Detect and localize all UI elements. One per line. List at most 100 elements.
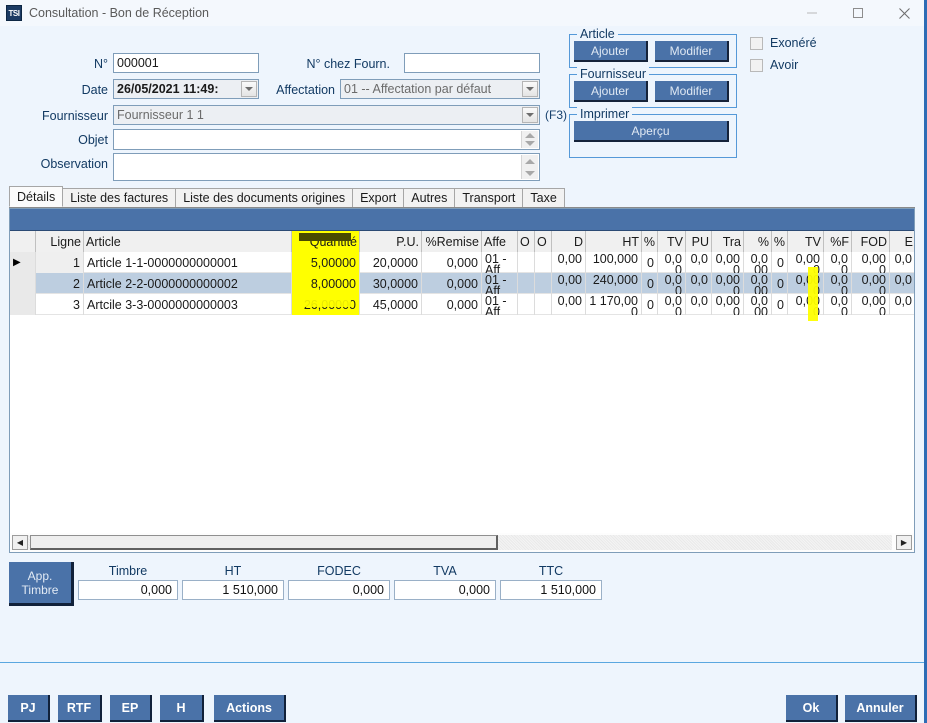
tab-autres[interactable]: Autres (403, 188, 456, 207)
tab-liste-des-documents-origines[interactable]: Liste des documents origines (175, 188, 354, 207)
grid-column-header-e[interactable]: E (890, 231, 914, 252)
grid-column-header-pu2[interactable]: PU (686, 231, 712, 252)
objet-spinner-icon[interactable] (521, 131, 538, 148)
grid-horizontal-scrollbar[interactable]: ◀ ▶ (9, 533, 915, 553)
num-fourn-field[interactable] (404, 53, 540, 73)
fournisseur-field[interactable]: Fournisseur 1 1 (113, 105, 540, 125)
grid-cell-o2[interactable] (535, 252, 552, 273)
objet-field[interactable] (113, 129, 540, 150)
grid-column-header-tv2[interactable]: TV (788, 231, 824, 252)
affectation-field[interactable]: 01 -- Affectation par défaut (340, 79, 540, 99)
grid-cell-d[interactable]: 0,00 (552, 273, 586, 294)
grid-cell-sel[interactable] (10, 273, 36, 294)
grid-cell-pct2[interactable]: 0,000 (744, 273, 772, 294)
scroll-left-icon[interactable]: ◀ (12, 535, 28, 550)
grid-column-header-ligne[interactable]: Ligne (36, 231, 84, 252)
grid-cell-tra[interactable]: 0,000 (712, 273, 744, 294)
grid-cell-pct3[interactable]: 0 (772, 252, 788, 273)
grid-column-header-pct2[interactable]: % (744, 231, 772, 252)
grid-cell-fod[interactable]: 0,000 (852, 294, 890, 315)
grid-cell-article[interactable]: Artcile 3-3-0000000000003 (84, 294, 292, 315)
fournisseur-add-button[interactable]: Ajouter (574, 81, 648, 102)
grid-cell-o2[interactable] (535, 273, 552, 294)
grid-cell-e[interactable]: 0,0 (890, 294, 914, 315)
scroll-right-icon[interactable]: ▶ (896, 535, 912, 550)
grid-column-header-o2[interactable]: O (535, 231, 552, 252)
grid-cell-o2[interactable] (535, 294, 552, 315)
grid-cell-ht[interactable]: 100,000 (586, 252, 642, 273)
grid-cell-e[interactable]: 0,0 (890, 273, 914, 294)
grid-cell-pct3[interactable]: 0 (772, 294, 788, 315)
grid-cell-article[interactable]: Article 1-1-0000000000001 (84, 252, 292, 273)
grid-cell-remise[interactable]: 0,000 (422, 252, 482, 273)
observation-spinner-icon[interactable] (521, 155, 538, 179)
grid-cell-pctf[interactable]: 0,00 (824, 294, 852, 315)
grid-cell-tv1[interactable]: 0,00 (658, 294, 686, 315)
grid-column-header-o1[interactable]: O (518, 231, 535, 252)
grid-cell-o1[interactable] (518, 294, 535, 315)
grid-cell-fod[interactable]: 0,000 (852, 252, 890, 273)
grid-column-header-fod[interactable]: FOD (852, 231, 890, 252)
grid-cell-remise[interactable]: 0,000 (422, 294, 482, 315)
grid-cell-pct1[interactable]: 0 (642, 294, 658, 315)
grid-cell-affe[interactable]: 01 - Aff (482, 252, 518, 273)
grid-cell-affe[interactable]: 01 - Aff (482, 294, 518, 315)
grid-cell-pu[interactable]: 20,0000 (360, 252, 422, 273)
grid-column-header-pctf[interactable]: %F (824, 231, 852, 252)
total-value-fodec[interactable]: 0,000 (288, 580, 390, 600)
grid-cell-ht[interactable]: 1 170,000 (586, 294, 642, 315)
avoir-checkbox[interactable] (750, 58, 763, 72)
grid-cell-ligne[interactable]: 2 (36, 273, 84, 294)
grid-cell-tv1[interactable]: 0,00 (658, 273, 686, 294)
tab-taxe[interactable]: Taxe (522, 188, 565, 207)
grid-cell-tv1[interactable]: 0,00 (658, 252, 686, 273)
total-value-timbre[interactable]: 0,000 (78, 580, 178, 600)
grid-cell-fod[interactable]: 0,000 (852, 273, 890, 294)
grid-cell-affe[interactable]: 01 - Aff (482, 273, 518, 294)
grid-column-header-tv1[interactable]: TV (658, 231, 686, 252)
grid-column-header-tra[interactable]: Tra (712, 231, 744, 252)
grid-column-header-ht[interactable]: HT (586, 231, 642, 252)
tab-bar[interactable]: Détails Liste des factures Liste des docum… (9, 186, 915, 208)
table-row[interactable]: 3 Artcile 3-3-0000000000003 26,00000 45,000… (10, 294, 914, 315)
avoir-checkbox-row[interactable]: Avoir (750, 58, 798, 72)
grid-cell-pctf[interactable]: 0,00 (824, 273, 852, 294)
grid-cell-pct1[interactable]: 0 (642, 273, 658, 294)
scrollbar-thumb[interactable] (30, 535, 498, 550)
tab-d-tails[interactable]: Détails (9, 186, 64, 207)
grid-cell-pu2[interactable]: 0,0 (686, 252, 712, 273)
grid-cell-pu[interactable]: 30,0000 (360, 273, 422, 294)
grid-column-header-pct1[interactable]: % (642, 231, 658, 252)
bottom-button-pj[interactable]: PJ (8, 695, 50, 722)
date-field[interactable]: 26/05/2021 11:49: (113, 79, 259, 99)
grid-column-header-qte[interactable]: Quantité (292, 231, 360, 252)
tab-export[interactable]: Export (352, 188, 405, 207)
grid-column-header-pct3[interactable]: % (772, 231, 788, 252)
grid-cell-ligne[interactable]: 1 (36, 252, 84, 273)
grid-cell-pct3[interactable]: 0 (772, 273, 788, 294)
grid-cell-qte[interactable]: 5,00000 (292, 252, 360, 273)
tab-liste-des-factures[interactable]: Liste des factures (62, 188, 177, 207)
grid-cell-o1[interactable] (518, 273, 535, 294)
article-add-button[interactable]: Ajouter (574, 41, 648, 62)
fournisseur-dropdown-icon[interactable] (522, 107, 538, 123)
grid-cell-sel[interactable] (10, 294, 36, 315)
total-value-ht[interactable]: 1 510,000 (182, 580, 284, 600)
tab-transport[interactable]: Transport (454, 188, 524, 207)
grid-cell-ligne[interactable]: 3 (36, 294, 84, 315)
table-row[interactable]: ▶ 1 Article 1-1-0000000000001 5,00000 20,000… (10, 252, 914, 273)
grid-cell-tra[interactable]: 0,000 (712, 294, 744, 315)
observation-field[interactable] (113, 153, 540, 181)
grid-cell-pu[interactable]: 45,0000 (360, 294, 422, 315)
grid-cell-ht[interactable]: 240,000 (586, 273, 642, 294)
maximize-icon[interactable] (835, 0, 881, 26)
grid-column-header-affe[interactable]: Affe (482, 231, 518, 252)
grid-header-row[interactable]: Ligne Article Quantité P.U. %Remise Affe O O D HT… (10, 231, 914, 252)
grid-cell-pctf[interactable]: 0,00 (824, 252, 852, 273)
grid-cell-o1[interactable] (518, 252, 535, 273)
bottom-button-ep[interactable]: EP (110, 695, 152, 722)
grid-cell-pu2[interactable]: 0,0 (686, 294, 712, 315)
bottom-button-h[interactable]: H (160, 695, 204, 722)
grid-cell-tv2[interactable]: 0,000 (788, 273, 824, 294)
affectation-dropdown-icon[interactable] (522, 81, 538, 97)
